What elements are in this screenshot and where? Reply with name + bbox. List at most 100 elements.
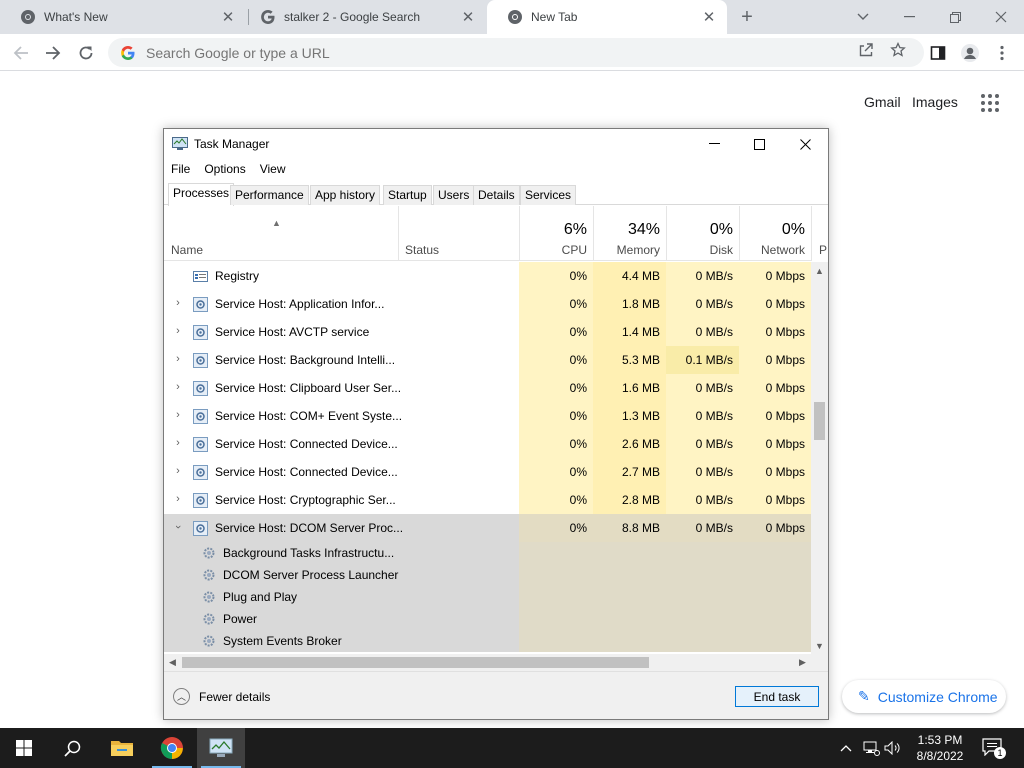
gmail-link[interactable]: Gmail bbox=[864, 94, 901, 110]
scroll-right-icon[interactable]: ▶ bbox=[794, 654, 811, 671]
back-arrow-icon[interactable] bbox=[7, 39, 35, 67]
expand-chevron-icon[interactable]: › bbox=[172, 353, 184, 365]
address-bar[interactable] bbox=[108, 38, 924, 67]
horizontal-scrollbar[interactable]: ◀ ▶ bbox=[164, 654, 811, 671]
tm-maximize-button[interactable] bbox=[736, 129, 782, 159]
process-memory: 5.3 MB bbox=[593, 346, 666, 374]
google-apps-icon[interactable] bbox=[981, 94, 999, 112]
address-input[interactable] bbox=[146, 44, 796, 61]
file-explorer-icon[interactable] bbox=[98, 728, 146, 768]
close-tab-icon[interactable]: ✕ bbox=[458, 7, 478, 27]
scroll-down-icon[interactable]: ▼ bbox=[811, 637, 828, 654]
forward-arrow-icon[interactable] bbox=[39, 39, 67, 67]
column-header-network[interactable]: 0% Network bbox=[739, 206, 811, 261]
tab-users[interactable]: Users bbox=[433, 185, 475, 205]
expand-chevron-icon[interactable]: › bbox=[172, 493, 184, 505]
images-link[interactable]: Images bbox=[912, 94, 958, 110]
gear-icon bbox=[203, 591, 215, 603]
process-network: 0 Mbps bbox=[739, 346, 811, 374]
table-row[interactable]: › Service Host: AVCTP service 0% 1.4 MB … bbox=[164, 318, 811, 346]
service-item[interactable]: DCOM Server Process Launcher bbox=[164, 564, 811, 586]
table-row[interactable]: › Service Host: Background Intelli... 0%… bbox=[164, 346, 811, 374]
tm-menu-bar: File Options View bbox=[164, 159, 293, 179]
task-manager-taskbar-icon[interactable] bbox=[197, 728, 245, 768]
share-icon[interactable] bbox=[857, 41, 875, 59]
column-header-power[interactable]: P bbox=[811, 206, 827, 261]
process-list[interactable]: Registry 0% 4.4 MB 0 MB/s 0 Mbps › Servi… bbox=[164, 262, 811, 654]
gear-icon bbox=[193, 465, 208, 480]
vertical-scrollbar[interactable]: ▲ ▼ bbox=[811, 262, 828, 654]
close-tab-icon[interactable]: ✕ bbox=[218, 7, 238, 27]
process-memory: 2.6 MB bbox=[593, 430, 666, 458]
profile-avatar-icon[interactable] bbox=[956, 39, 984, 67]
expand-chevron-icon[interactable]: › bbox=[172, 437, 184, 449]
expand-chevron-icon[interactable]: › bbox=[172, 465, 184, 477]
expand-chevron-icon[interactable]: › bbox=[172, 381, 184, 393]
table-row[interactable]: › Service Host: COM+ Event Syste... 0% 1… bbox=[164, 402, 811, 430]
service-item[interactable]: Power bbox=[164, 608, 811, 630]
customize-chrome-button[interactable]: ✎ Customize Chrome bbox=[842, 680, 1006, 713]
table-row-selected[interactable]: › Service Host: DCOM Server Proc... 0% 8… bbox=[164, 514, 811, 542]
service-item[interactable]: Plug and Play bbox=[164, 586, 811, 608]
chrome-taskbar-icon[interactable] bbox=[148, 728, 196, 768]
expand-chevron-icon[interactable]: › bbox=[172, 325, 184, 337]
volume-icon[interactable] bbox=[884, 739, 902, 757]
column-header-name[interactable]: Name bbox=[171, 243, 203, 257]
service-item[interactable]: Background Tasks Infrastructu... bbox=[164, 542, 811, 564]
menu-file[interactable]: File bbox=[164, 159, 197, 179]
process-table-header: ▲ Name Status 6% CPU 34% Memory 0% Disk … bbox=[164, 206, 827, 261]
table-row[interactable]: Registry 0% 4.4 MB 0 MB/s 0 Mbps bbox=[164, 262, 811, 290]
tm-close-button[interactable] bbox=[782, 129, 828, 159]
tab-new-tab[interactable]: New Tab ✕ bbox=[487, 0, 727, 34]
column-header-status[interactable]: Status bbox=[405, 243, 439, 257]
vertical-scroll-thumb[interactable] bbox=[814, 402, 825, 440]
tab-processes[interactable]: Processes bbox=[168, 183, 235, 206]
column-header-cpu[interactable]: 6% CPU bbox=[519, 206, 593, 261]
process-cpu: 0% bbox=[519, 486, 593, 514]
service-item[interactable]: System Events Broker bbox=[164, 630, 811, 652]
new-tab-button[interactable]: + bbox=[736, 6, 758, 28]
tab-search-icon[interactable] bbox=[840, 0, 886, 34]
table-row[interactable]: › Service Host: Connected Device... 0% 2… bbox=[164, 430, 811, 458]
network-icon[interactable] bbox=[862, 739, 880, 757]
expand-chevron-icon[interactable]: › bbox=[172, 409, 184, 421]
menu-options[interactable]: Options bbox=[197, 159, 252, 179]
menu-view[interactable]: View bbox=[253, 159, 293, 179]
minimize-button[interactable] bbox=[886, 0, 932, 34]
horizontal-scroll-thumb[interactable] bbox=[182, 657, 649, 668]
expand-chevron-icon[interactable]: › bbox=[172, 297, 184, 309]
table-row[interactable]: › Service Host: Clipboard User Ser... 0%… bbox=[164, 374, 811, 402]
tab-performance[interactable]: Performance bbox=[230, 185, 309, 205]
reload-icon[interactable] bbox=[72, 39, 100, 67]
chrome-menu-icon[interactable] bbox=[988, 39, 1016, 67]
collapse-chevron-icon[interactable]: › bbox=[172, 521, 184, 533]
table-row[interactable]: › Service Host: Application Infor... 0% … bbox=[164, 290, 811, 318]
tab-services[interactable]: Services bbox=[520, 185, 577, 205]
gear-icon bbox=[203, 635, 215, 647]
restore-button[interactable] bbox=[932, 0, 978, 34]
column-header-disk[interactable]: 0% Disk bbox=[666, 206, 739, 261]
bookmark-star-icon[interactable] bbox=[889, 41, 907, 59]
side-panel-icon[interactable] bbox=[924, 39, 952, 67]
table-row[interactable]: › Service Host: Cryptographic Ser... 0% … bbox=[164, 486, 811, 514]
close-tab-icon[interactable]: ✕ bbox=[699, 7, 719, 27]
tab-details[interactable]: Details bbox=[473, 185, 520, 205]
scroll-up-icon[interactable]: ▲ bbox=[811, 262, 828, 279]
search-icon[interactable] bbox=[48, 728, 96, 768]
tab-startup[interactable]: Startup bbox=[383, 185, 432, 205]
start-button[interactable] bbox=[0, 728, 48, 768]
end-task-button[interactable]: End task bbox=[735, 686, 819, 707]
fewer-details-toggle[interactable]: ︿ Fewer details bbox=[173, 688, 270, 705]
column-header-memory[interactable]: 34% Memory bbox=[593, 206, 666, 261]
table-row[interactable]: › Service Host: Connected Device... 0% 2… bbox=[164, 458, 811, 486]
tab-app-history[interactable]: App history bbox=[310, 185, 381, 205]
close-window-button[interactable] bbox=[978, 0, 1024, 34]
action-center-icon[interactable]: 1 bbox=[982, 738, 1006, 759]
tab-whats-new[interactable]: What's New ✕ bbox=[0, 0, 246, 34]
tm-minimize-button[interactable] bbox=[691, 129, 737, 159]
taskbar-clock[interactable]: 1:53 PM 8/8/2022 bbox=[905, 732, 975, 764]
process-cpu: 0% bbox=[519, 514, 593, 542]
tab-stalker-search[interactable]: stalker 2 - Google Search ✕ bbox=[240, 0, 486, 34]
scroll-left-icon[interactable]: ◀ bbox=[164, 654, 181, 671]
show-hidden-icons-icon[interactable] bbox=[837, 739, 855, 757]
